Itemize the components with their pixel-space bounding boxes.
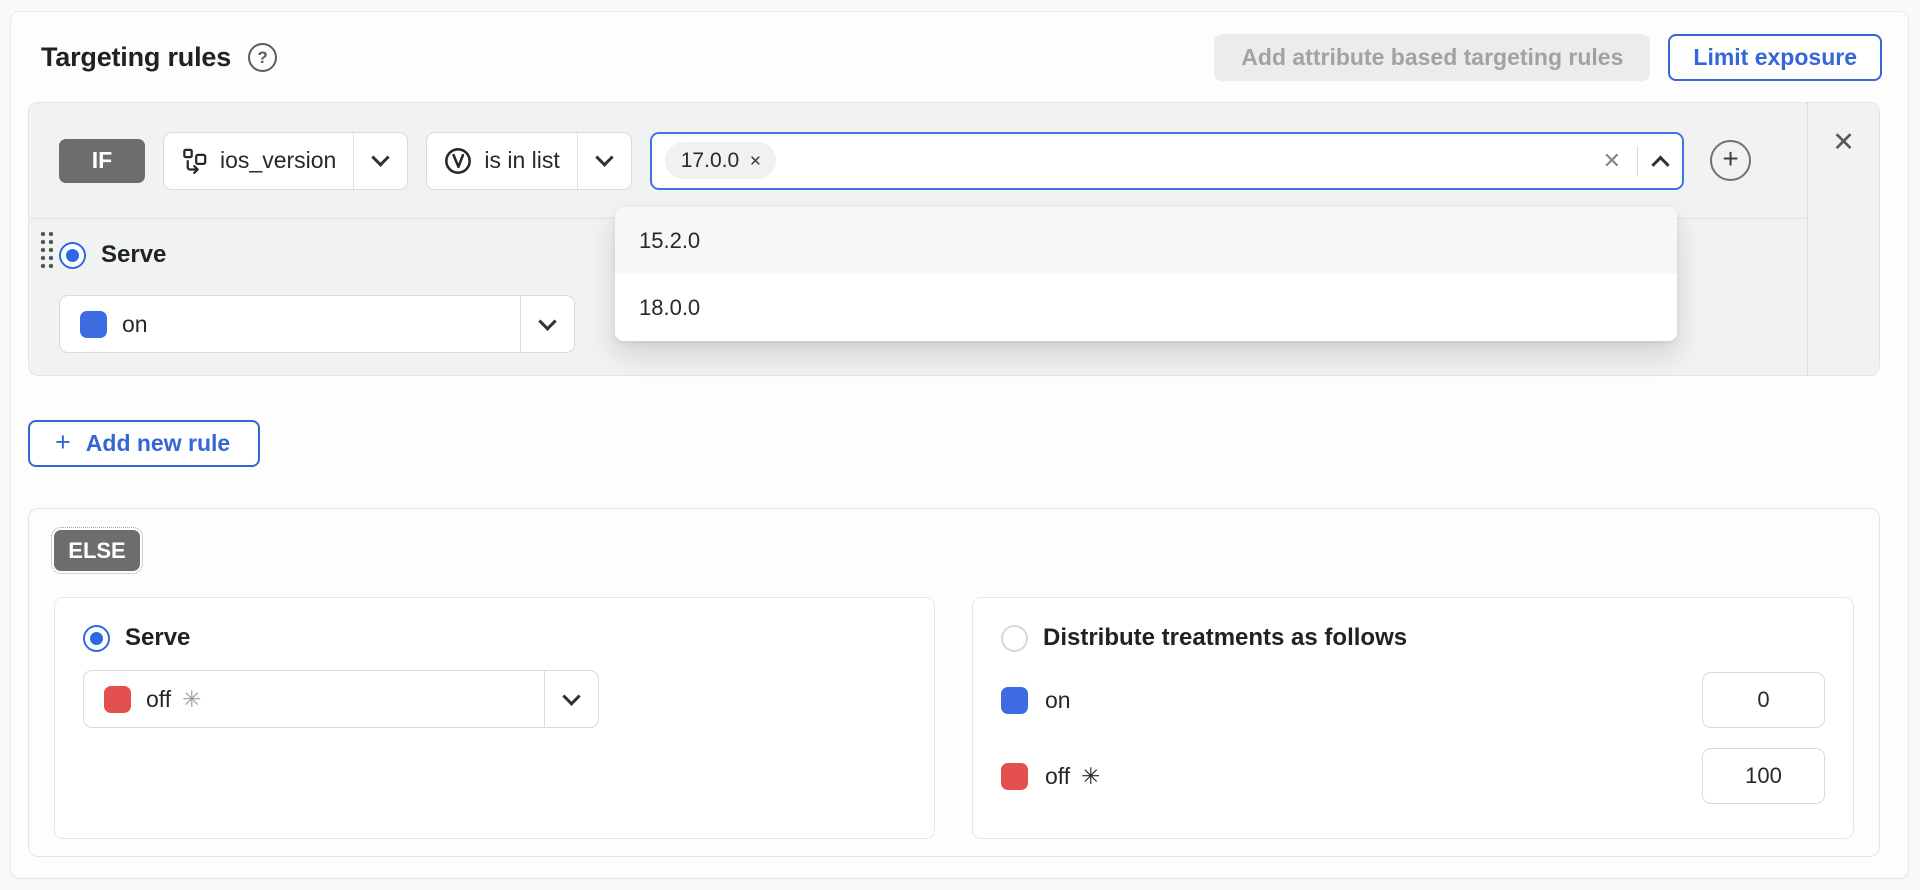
remove-rule-icon[interactable]: ✕ (1832, 129, 1855, 375)
treatment-off-swatch (104, 686, 131, 713)
drag-handle-icon[interactable] (39, 230, 56, 269)
help-icon[interactable]: ? (248, 43, 277, 72)
rule-condition-row: IF ios_version (29, 103, 1807, 219)
matcher-select-value: is in list (484, 147, 559, 174)
default-serve-radio[interactable] (83, 625, 110, 652)
rule-close-column: ✕ (1807, 103, 1879, 375)
serve-radio[interactable] (59, 242, 86, 269)
distribute-treatments-card: Distribute treatments as follows on off … (972, 597, 1854, 839)
attribute-select[interactable]: ios_version (163, 132, 408, 190)
values-options-menu: 15.2.0 18.0.0 (615, 207, 1677, 341)
distribute-label: Distribute treatments as follows (1043, 624, 1407, 652)
add-new-rule-label: Add new rule (86, 430, 230, 457)
default-serve-card: Serve off ✳ (54, 597, 935, 839)
chevron-up-icon[interactable] (1651, 156, 1669, 174)
add-attribute-rules-button[interactable]: Add attribute based targeting rules (1214, 34, 1650, 81)
add-value-icon[interactable]: + (1710, 140, 1751, 181)
rule-serve-section: Serve on (59, 241, 575, 353)
else-badge: ELSE (54, 530, 140, 571)
matcher-select[interactable]: is in list (426, 132, 631, 190)
attribute-select-value: ios_version (220, 147, 336, 174)
treatment-select[interactable]: on (59, 295, 575, 353)
treatment-off-swatch (1001, 763, 1028, 790)
distribute-row-label: on (1045, 687, 1071, 714)
default-serve-label: Serve (125, 624, 190, 652)
percent-input-off[interactable] (1702, 748, 1825, 804)
plus-icon: + (55, 429, 71, 459)
chevron-down-icon (595, 148, 613, 166)
attribute-icon (181, 147, 208, 174)
chip-remove-icon[interactable]: ✕ (749, 152, 762, 170)
default-treatment-marker-icon: ✳ (1081, 763, 1100, 790)
treatment-select-value: on (122, 311, 148, 338)
targeting-rules-panel: Targeting rules ? Add attribute based ta… (10, 11, 1909, 879)
distribute-row-label: off (1045, 763, 1070, 790)
clear-values-icon[interactable]: ✕ (1603, 150, 1621, 172)
treatment-on-swatch (80, 311, 107, 338)
default-rule-section: ELSE Serve off ✳ Distribute treatments a… (28, 508, 1880, 857)
distribute-row-on: on (1001, 672, 1825, 728)
serve-label: Serve (101, 241, 166, 269)
menu-option[interactable]: 18.0.0 (615, 274, 1677, 341)
chevron-down-icon (372, 148, 390, 166)
add-new-rule-button[interactable]: + Add new rule (28, 420, 260, 467)
default-treatment-select[interactable]: off ✳ (83, 670, 599, 728)
chevron-down-icon (538, 312, 556, 330)
values-multiselect-input[interactable]: 17.0.0 ✕ ✕ (650, 132, 1684, 190)
distribute-radio[interactable] (1001, 625, 1028, 652)
matcher-version-icon (444, 147, 472, 175)
chevron-down-icon (562, 687, 580, 705)
distribute-row-off: off ✳ (1001, 748, 1825, 804)
value-chip-label: 17.0.0 (681, 149, 739, 173)
limit-exposure-button[interactable]: Limit exposure (1668, 34, 1882, 81)
if-badge: IF (59, 139, 145, 183)
value-chip[interactable]: 17.0.0 ✕ (665, 142, 776, 179)
menu-option[interactable]: 15.2.0 (615, 207, 1677, 274)
treatment-on-swatch (1001, 687, 1028, 714)
default-treatment-marker-icon: ✳ (182, 686, 201, 713)
default-treatment-select-value: off (146, 686, 171, 713)
panel-header: Targeting rules ? Add attribute based ta… (11, 12, 1908, 81)
targeting-rule-row: ✕ IF ios_version (28, 102, 1880, 376)
page-title: Targeting rules (41, 42, 231, 73)
percent-input-on[interactable] (1702, 672, 1825, 728)
